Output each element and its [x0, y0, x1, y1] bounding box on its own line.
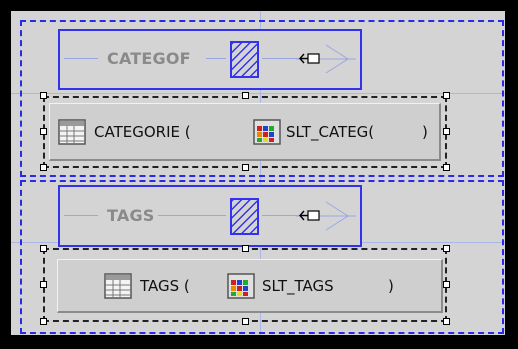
resize-handle[interactable] [40, 128, 47, 135]
resize-handle[interactable] [242, 245, 249, 252]
band-label: CATEGOF [107, 49, 191, 68]
resize-handle[interactable] [443, 128, 450, 135]
band-header-tags[interactable]: TAGS [58, 185, 362, 247]
resize-handle[interactable] [443, 92, 450, 99]
resize-handle[interactable] [40, 281, 47, 288]
table-grid-icon [58, 119, 86, 145]
colored-blocks-icon [253, 119, 281, 145]
band-divider [206, 58, 226, 59]
resize-handle[interactable] [40, 245, 47, 252]
resize-handle[interactable] [40, 92, 47, 99]
table-grid-icon [104, 273, 132, 299]
selection-frame-tags[interactable]: TAGS ( SLT_TAGS ) [43, 248, 447, 322]
selection-frame-categorie[interactable]: CATEGORIE ( SLT_CATEG( ) [43, 96, 447, 168]
field-categorie[interactable]: CATEGORIE ( SLT_CATEG( ) [49, 103, 441, 161]
field-name: CATEGORIE ( [94, 123, 191, 141]
resize-handle[interactable] [242, 318, 249, 325]
report-canvas: CATEGOF CATEGORIE (SLT_CATEG() TAGS TA… [11, 11, 505, 335]
field-source: SLT_TAGS [262, 277, 334, 295]
resize-handle[interactable] [242, 92, 249, 99]
colored-blocks-icon [227, 273, 255, 299]
band-header-categorie[interactable]: CATEGOF [58, 29, 362, 90]
resize-handle[interactable] [443, 281, 450, 288]
resize-handle[interactable] [443, 245, 450, 252]
field-close-paren: ) [422, 123, 428, 141]
band-divider [64, 215, 98, 216]
resize-handle[interactable] [443, 164, 450, 171]
arrow-left-icon[interactable] [296, 43, 360, 75]
hatched-swatch-icon[interactable] [230, 198, 259, 235]
field-tags[interactable]: TAGS ( SLT_TAGS ) [57, 259, 443, 313]
field-source: SLT_CATEG( [286, 123, 375, 141]
field-close-paren: ) [388, 277, 394, 295]
hatched-swatch-icon[interactable] [230, 41, 259, 78]
band-divider [64, 58, 98, 59]
resize-handle[interactable] [40, 164, 47, 171]
resize-handle[interactable] [40, 318, 47, 325]
resize-handle[interactable] [242, 164, 249, 171]
arrow-left-icon[interactable] [296, 200, 360, 232]
band-divider [158, 215, 226, 216]
field-name: TAGS ( [140, 277, 190, 295]
resize-handle[interactable] [443, 318, 450, 325]
